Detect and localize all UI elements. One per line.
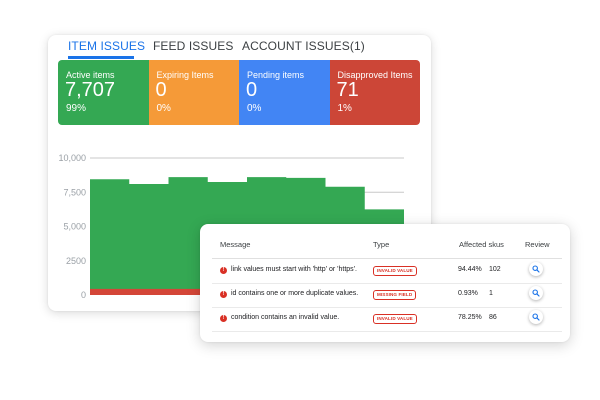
- y-tick-label: 7,500: [63, 187, 86, 197]
- affected-percent: 0.93%: [458, 290, 478, 297]
- tile-pending-items[interactable]: Pending items 0 0%: [239, 60, 330, 125]
- issue-type-badge: MISSING FIELD: [373, 290, 417, 300]
- column-header-affected-skus: Affected skus: [459, 240, 504, 249]
- tab-account-issues[interactable]: ACCOUNT ISSUES(1): [242, 39, 365, 53]
- tile-count: 0: [246, 79, 258, 101]
- y-tick-label: 5,000: [63, 222, 86, 232]
- issues-table-card: Message Type Affected skus Review ! link…: [200, 224, 570, 342]
- affected-count: 1: [489, 290, 493, 297]
- affected-percent: 94.44%: [458, 266, 482, 273]
- y-tick-label: 0: [81, 290, 86, 300]
- error-icon: !: [220, 267, 227, 274]
- issue-type-badge: INVALID VALUE: [373, 266, 417, 276]
- table-row[interactable]: ! link values must start with 'http' or …: [212, 259, 562, 284]
- affected-count: 86: [489, 314, 497, 321]
- column-header-message: Message: [220, 240, 251, 249]
- tile-percent: 0%: [156, 103, 171, 114]
- tile-active-items[interactable]: Active items 7,707 99%: [58, 60, 149, 125]
- issue-message: condition contains an invalid value.: [231, 314, 340, 321]
- issue-message: id contains one or more duplicate values…: [231, 290, 359, 297]
- tab-feed-issues[interactable]: FEED ISSUES: [153, 39, 233, 53]
- issue-type-badge: INVALID VALUE: [373, 314, 417, 324]
- issue-message: link values must start with 'http' or 'h…: [231, 266, 357, 273]
- y-tick-label: 2500: [66, 256, 86, 266]
- table-row[interactable]: ! condition contains an invalid value. I…: [212, 307, 562, 332]
- tile-count: 71: [336, 79, 359, 101]
- tab-item-issues[interactable]: ITEM ISSUES: [68, 39, 145, 53]
- tile-percent: 99%: [66, 103, 87, 114]
- column-header-type: Type: [373, 240, 390, 249]
- column-header-review: Review: [525, 240, 550, 249]
- tile-percent: 0%: [247, 103, 262, 114]
- y-tick-label: 10,000: [58, 153, 86, 163]
- affected-percent: 78.25%: [458, 314, 482, 321]
- tile-count: 7,707: [65, 79, 116, 101]
- review-button[interactable]: [529, 310, 543, 324]
- tile-count: 0: [155, 79, 167, 101]
- search-icon: [532, 313, 540, 321]
- tile-disapproved-items[interactable]: Disapproved Items 71 1%: [329, 60, 420, 125]
- tile-percent: 1%: [337, 103, 352, 114]
- table-row[interactable]: ! id contains one or more duplicate valu…: [212, 283, 562, 308]
- review-button[interactable]: [529, 262, 543, 276]
- error-icon: !: [220, 315, 227, 322]
- search-icon: [532, 265, 540, 273]
- active-tab-indicator: [68, 56, 134, 59]
- search-icon: [532, 289, 540, 297]
- affected-count: 102: [489, 266, 501, 273]
- status-tiles: Active items 7,707 99% Expiring Items 0 …: [58, 60, 420, 125]
- error-icon: !: [220, 291, 227, 298]
- issue-tabs: ITEM ISSUES FEED ISSUES ACCOUNT ISSUES(1…: [48, 35, 431, 59]
- review-button[interactable]: [529, 286, 543, 300]
- tile-expiring-items[interactable]: Expiring Items 0 0%: [148, 60, 239, 125]
